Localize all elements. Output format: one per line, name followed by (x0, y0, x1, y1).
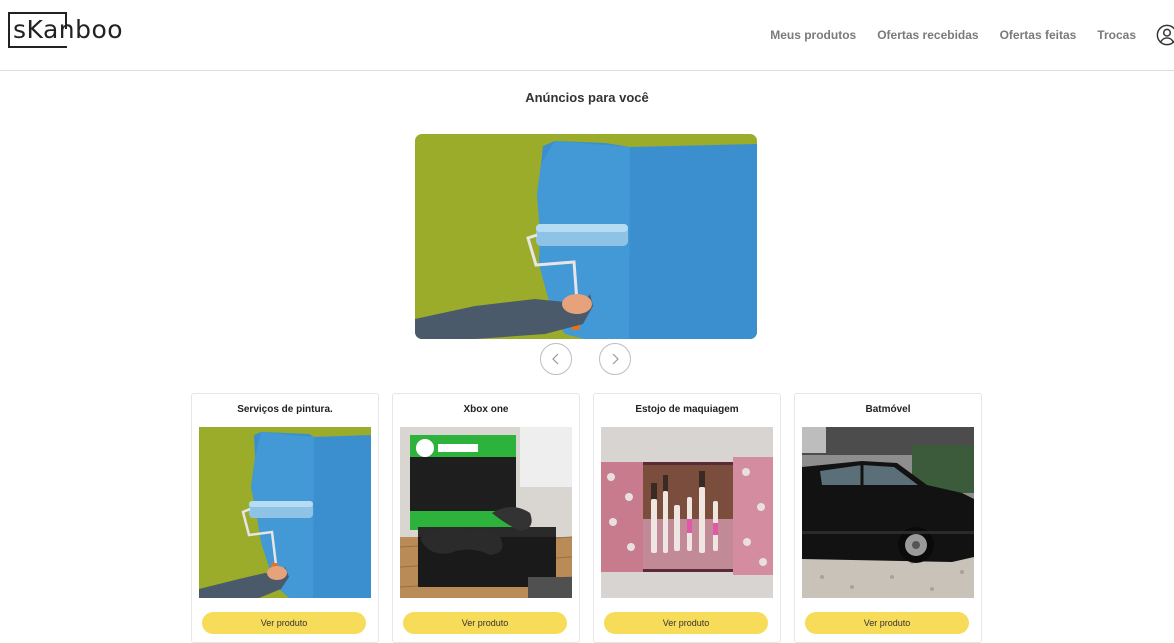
carousel-slide[interactable] (415, 134, 757, 339)
product-title: Estojo de maquiagem (635, 404, 739, 415)
paint-roller-wall-image (199, 427, 371, 598)
product-title: Xbox one (463, 404, 509, 415)
section-title: Anúncios para você (525, 90, 649, 105)
xbox-console-image (400, 427, 572, 598)
logo[interactable]: sKanboo (8, 12, 123, 48)
product-title: Serviços de pintura. (237, 404, 333, 415)
view-product-button[interactable]: Ver produto (604, 612, 768, 634)
logo-text: sKanboo (13, 15, 124, 44)
chevron-left-icon (552, 353, 559, 365)
product-image[interactable] (601, 427, 773, 598)
nav-ofertas-recebidas[interactable]: Ofertas recebidas (877, 28, 978, 42)
nav-trocas[interactable]: Trocas (1097, 28, 1136, 42)
product-card: Serviços de pintura. Ver produto (191, 393, 379, 643)
nav-meus-produtos[interactable]: Meus produtos (770, 28, 856, 42)
view-product-button[interactable]: Ver produto (403, 612, 567, 634)
product-grid: Serviços de pintura. Ver produto Xbox on… (191, 393, 982, 643)
black-car-image (802, 427, 974, 598)
header: sKanboo Meus produtos Ofertas recebidas … (0, 0, 1174, 71)
paint-roller-wall-image (415, 134, 757, 339)
user-icon[interactable] (1156, 24, 1174, 46)
view-product-button[interactable]: Ver produto (805, 612, 969, 634)
makeup-case-image (601, 427, 773, 598)
carousel-prev-button[interactable] (540, 343, 572, 375)
product-card: Estojo de maquiagem Ver produto (593, 393, 781, 643)
nav-ofertas-feitas[interactable]: Ofertas feitas (1000, 28, 1077, 42)
product-image[interactable] (802, 427, 974, 598)
product-image[interactable] (199, 427, 371, 598)
carousel-next-button[interactable] (599, 343, 631, 375)
product-title: Batmóvel (865, 404, 911, 415)
product-image[interactable] (400, 427, 572, 598)
view-product-button[interactable]: Ver produto (202, 612, 366, 634)
chevron-right-icon (612, 353, 619, 365)
main-nav: Meus produtos Ofertas recebidas Ofertas … (770, 24, 1174, 46)
product-card: Batmóvel Ver produto (794, 393, 982, 643)
product-card: Xbox one Ver produto (392, 393, 580, 643)
